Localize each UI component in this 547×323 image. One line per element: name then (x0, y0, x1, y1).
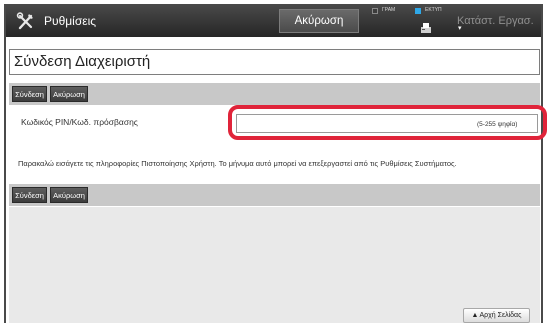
info-message: Παρακαλώ εισάγετε τις πληροφορίες Πιστοπ… (18, 159, 457, 168)
tools-icon (16, 11, 33, 29)
app-frame: Ρυθμίσεις Ακύρωση ΓΡΑΜ ΕΚΤΥΠ ▾ Κατάστ. Ε… (4, 4, 547, 323)
button-bar-top: Σύνδεση Ακύρωση (9, 83, 540, 105)
cancel-top-button[interactable]: Ακύρωση (279, 9, 359, 33)
top-bar: Ρυθμίσεις Ακύρωση ΓΡΑΜ ΕΚΤΥΠ ▾ Κατάστ. Ε… (6, 4, 541, 37)
settings-label: Ρυθμίσεις (44, 13, 97, 28)
up-arrow-icon: ▲ (471, 312, 479, 319)
pin-field-label: Κωδικός PIN/Κωδ. πρόσβασης (21, 117, 138, 127)
fax-indicator-icon (415, 8, 421, 14)
login-button[interactable]: Σύνδεση (12, 86, 47, 102)
page-title-box: Σύνδεση Διαχειριστή (9, 49, 540, 75)
highlight-frame (228, 105, 547, 140)
settings-button[interactable]: Ρυθμίσεις (16, 4, 96, 37)
fax-status-label: ΕΚΤΥΠ (425, 7, 442, 13)
print-status-label: ΓΡΑΜ (382, 7, 396, 13)
page-top-label: Αρχή Σελίδας (479, 312, 522, 319)
button-bar-bottom: Σύνδεση Ακύρωση (9, 184, 540, 206)
cancel-button[interactable]: Ακύρωση (50, 86, 88, 102)
print-status: ΓΡΑΜ (372, 6, 402, 36)
login-button-bottom[interactable]: Σύνδεση (12, 187, 47, 203)
cancel-button-bottom[interactable]: Ακύρωση (50, 187, 88, 203)
content-gray-area (9, 207, 540, 323)
job-status-button[interactable]: Κατάστ. Εργασ. (457, 10, 541, 32)
fax-machine-icon (421, 23, 431, 33)
page-title: Σύνδεση Διαχειριστή (14, 53, 151, 70)
print-indicator-icon (372, 8, 378, 14)
page-top-button[interactable]: ▲ Αρχή Σελίδας (463, 308, 530, 323)
